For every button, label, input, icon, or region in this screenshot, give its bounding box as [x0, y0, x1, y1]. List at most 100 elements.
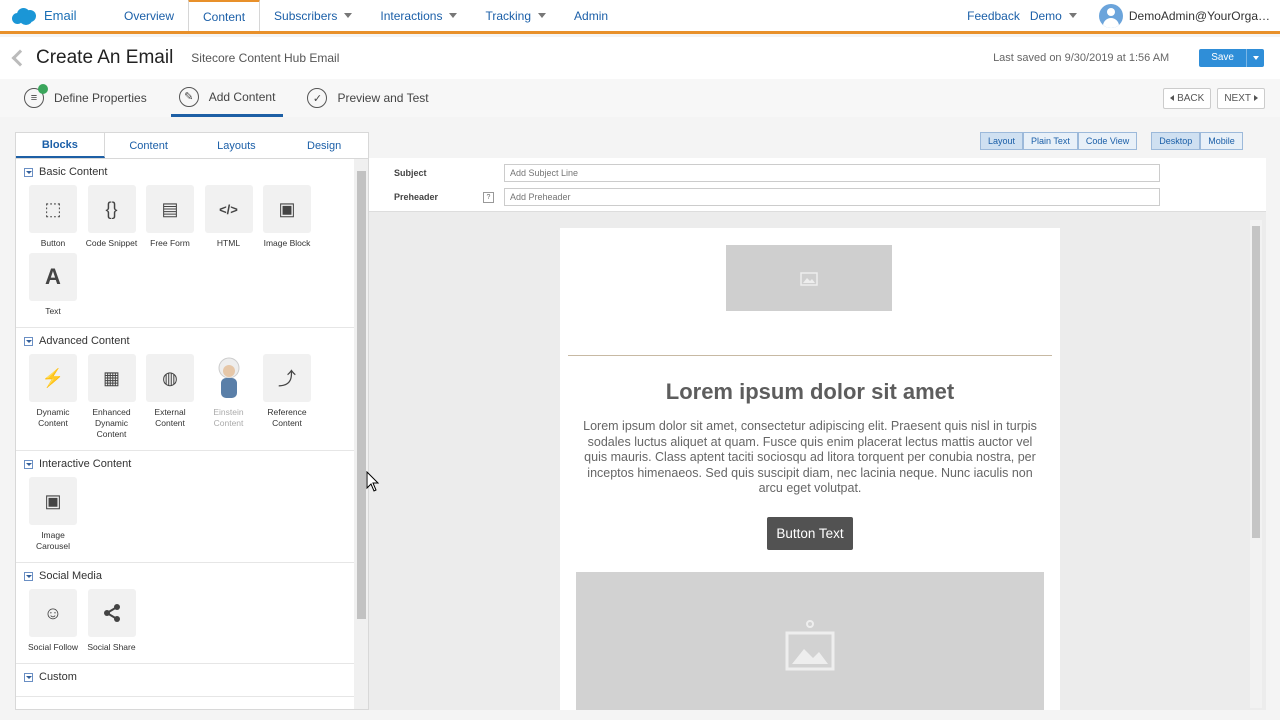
plain-text-view-button[interactable]: Plain Text [1023, 132, 1078, 150]
panel-scrollbar[interactable] [354, 159, 368, 709]
block-label: Enhanced Dynamic Content [92, 407, 131, 439]
last-saved-text: Last saved on 9/30/2019 at 1:56 AM [993, 52, 1170, 64]
collapse-toggle-icon[interactable] [24, 167, 33, 177]
block-image[interactable]: ▣ Image Block [258, 185, 316, 249]
block-label: Image Carousel [35, 530, 71, 551]
app-brand[interactable]: Email [0, 0, 110, 31]
block-label: Reference Content [267, 407, 307, 428]
subject-input[interactable] [504, 164, 1160, 182]
globe-icon: ◍ [146, 354, 194, 402]
panel-tabs: Blocks Content Layouts Design [16, 133, 368, 159]
collapse-toggle-icon[interactable] [24, 672, 33, 682]
step-define-properties[interactable]: ≡ Define Properties [16, 79, 155, 117]
tab-layouts[interactable]: Layouts [193, 133, 281, 158]
nav-interactions[interactable]: Interactions [366, 0, 471, 31]
step-label: Define Properties [54, 91, 147, 105]
block-external-content[interactable]: ◍ External Content [141, 354, 199, 440]
block-social-share[interactable]: Social Share [83, 589, 141, 653]
nav-tracking[interactable]: Tracking [471, 0, 560, 31]
feedback-link[interactable]: Feedback [967, 9, 1020, 23]
block-html[interactable]: </> HTML [200, 185, 258, 249]
email-canvas: Lorem ipsum dolor sit amet Lorem ipsum d… [560, 228, 1060, 710]
email-fields: Subject Preheader ? [369, 158, 1266, 212]
mobile-preview-button[interactable]: Mobile [1200, 132, 1243, 150]
block-einstein-content: Einstein Content [200, 354, 258, 440]
document-plus-icon: ▦ [87, 354, 136, 402]
cursor-click-icon: ⬚ [29, 185, 77, 233]
save-button[interactable]: Save [1199, 49, 1246, 67]
share-icon [87, 589, 136, 637]
next-button[interactable]: NEXT [1217, 87, 1265, 109]
section-header[interactable]: Basic Content [16, 159, 356, 185]
back-arrow-icon[interactable] [11, 49, 29, 67]
back-label: BACK [1177, 92, 1205, 104]
save-split-button: Save [1199, 49, 1264, 67]
email-headline[interactable]: Lorem ipsum dolor sit amet [560, 379, 1060, 405]
save-options-button[interactable] [1246, 49, 1264, 67]
org-switcher[interactable]: Demo [1030, 9, 1077, 23]
block-enhanced-dynamic-content[interactable]: ▦ Enhanced Dynamic Content [83, 354, 141, 440]
section-interactive-content: Interactive Content ▣ Image Carousel [16, 451, 356, 563]
block-text[interactable]: A Text [24, 253, 82, 317]
block-button[interactable]: ⬚ Button [24, 185, 82, 249]
nav-content[interactable]: Content [188, 0, 261, 31]
scrollbar-thumb[interactable] [357, 171, 366, 619]
step-preview-test[interactable]: ✓ Preview and Test [299, 79, 436, 117]
block-code-snippet[interactable]: {} Code Snippet [83, 185, 141, 249]
help-icon[interactable]: ? [483, 191, 494, 203]
image-placeholder[interactable] [726, 245, 892, 311]
pencil-icon: ✎ [178, 86, 199, 107]
scrollbar-thumb[interactable] [1252, 226, 1260, 538]
chevron-down-icon [538, 13, 547, 18]
email-body-text[interactable]: Lorem ipsum dolor sit amet, consectetur … [582, 419, 1038, 497]
section-title: Social Media [39, 570, 102, 582]
section-header[interactable]: Advanced Content [16, 328, 356, 354]
nav-label: Interactions [380, 8, 443, 23]
nav-subscribers[interactable]: Subscribers [260, 0, 366, 31]
tab-content[interactable]: Content [105, 133, 193, 158]
braces-icon: {} [87, 185, 136, 233]
page-title: Create An Email [36, 47, 174, 68]
block-label: Text [45, 306, 61, 316]
block-label: Social Share [87, 642, 136, 652]
nav-admin[interactable]: Admin [560, 0, 622, 31]
nav-overview[interactable]: Overview [110, 0, 188, 31]
code-view-button[interactable]: Code View [1077, 132, 1138, 150]
preheader-input[interactable] [504, 188, 1160, 206]
collapse-toggle-icon[interactable] [24, 459, 33, 469]
email-cta-button[interactable]: Button Text [767, 517, 853, 550]
block-label: Free Form [150, 238, 190, 248]
section-social-media: Social Media ☺ Social Follow Social Share [16, 563, 356, 664]
collapse-toggle-icon[interactable] [24, 336, 33, 346]
canvas-scrollbar[interactable] [1250, 220, 1262, 708]
checkmark-icon: ✓ [307, 88, 328, 108]
section-header[interactable]: Social Media [16, 563, 356, 589]
user-menu[interactable]: DemoAdmin@YourOrga… [1098, 3, 1270, 28]
block-social-follow[interactable]: ☺ Social Follow [24, 589, 82, 653]
tab-blocks[interactable]: Blocks [16, 133, 105, 158]
html-code-icon: </> [204, 185, 253, 233]
block-label: Image Block [263, 238, 311, 248]
chevron-down-icon [344, 13, 353, 18]
block-dynamic-content[interactable]: ⚡ Dynamic Content [24, 354, 82, 440]
section-header[interactable]: Interactive Content [16, 451, 356, 477]
image-placeholder-large[interactable] [576, 572, 1044, 710]
step-add-content[interactable]: ✎ Add Content [170, 79, 284, 117]
block-label: HTML [216, 238, 241, 248]
image-icon [785, 620, 835, 671]
top-nav: Email Overview Content Subscribers Inter… [0, 0, 1280, 34]
layout-view-button[interactable]: Layout [980, 132, 1024, 150]
carousel-icon: ▣ [29, 477, 77, 525]
free-form-icon: ▤ [146, 185, 194, 233]
lightning-icon: ⚡ [29, 354, 77, 402]
section-header[interactable]: Custom [16, 664, 356, 690]
desktop-preview-button[interactable]: Desktop [1151, 132, 1201, 150]
chevron-right-icon [1254, 95, 1258, 101]
tab-design[interactable]: Design [280, 133, 368, 158]
block-free-form[interactable]: ▤ Free Form [141, 185, 199, 249]
back-button[interactable]: BACK [1163, 87, 1212, 109]
block-reference-content[interactable]: ⤴ Reference Content [258, 354, 316, 440]
collapse-toggle-icon[interactable] [24, 571, 33, 581]
block-image-carousel[interactable]: ▣ Image Carousel [24, 477, 82, 552]
block-label: Code Snippet [85, 238, 138, 248]
